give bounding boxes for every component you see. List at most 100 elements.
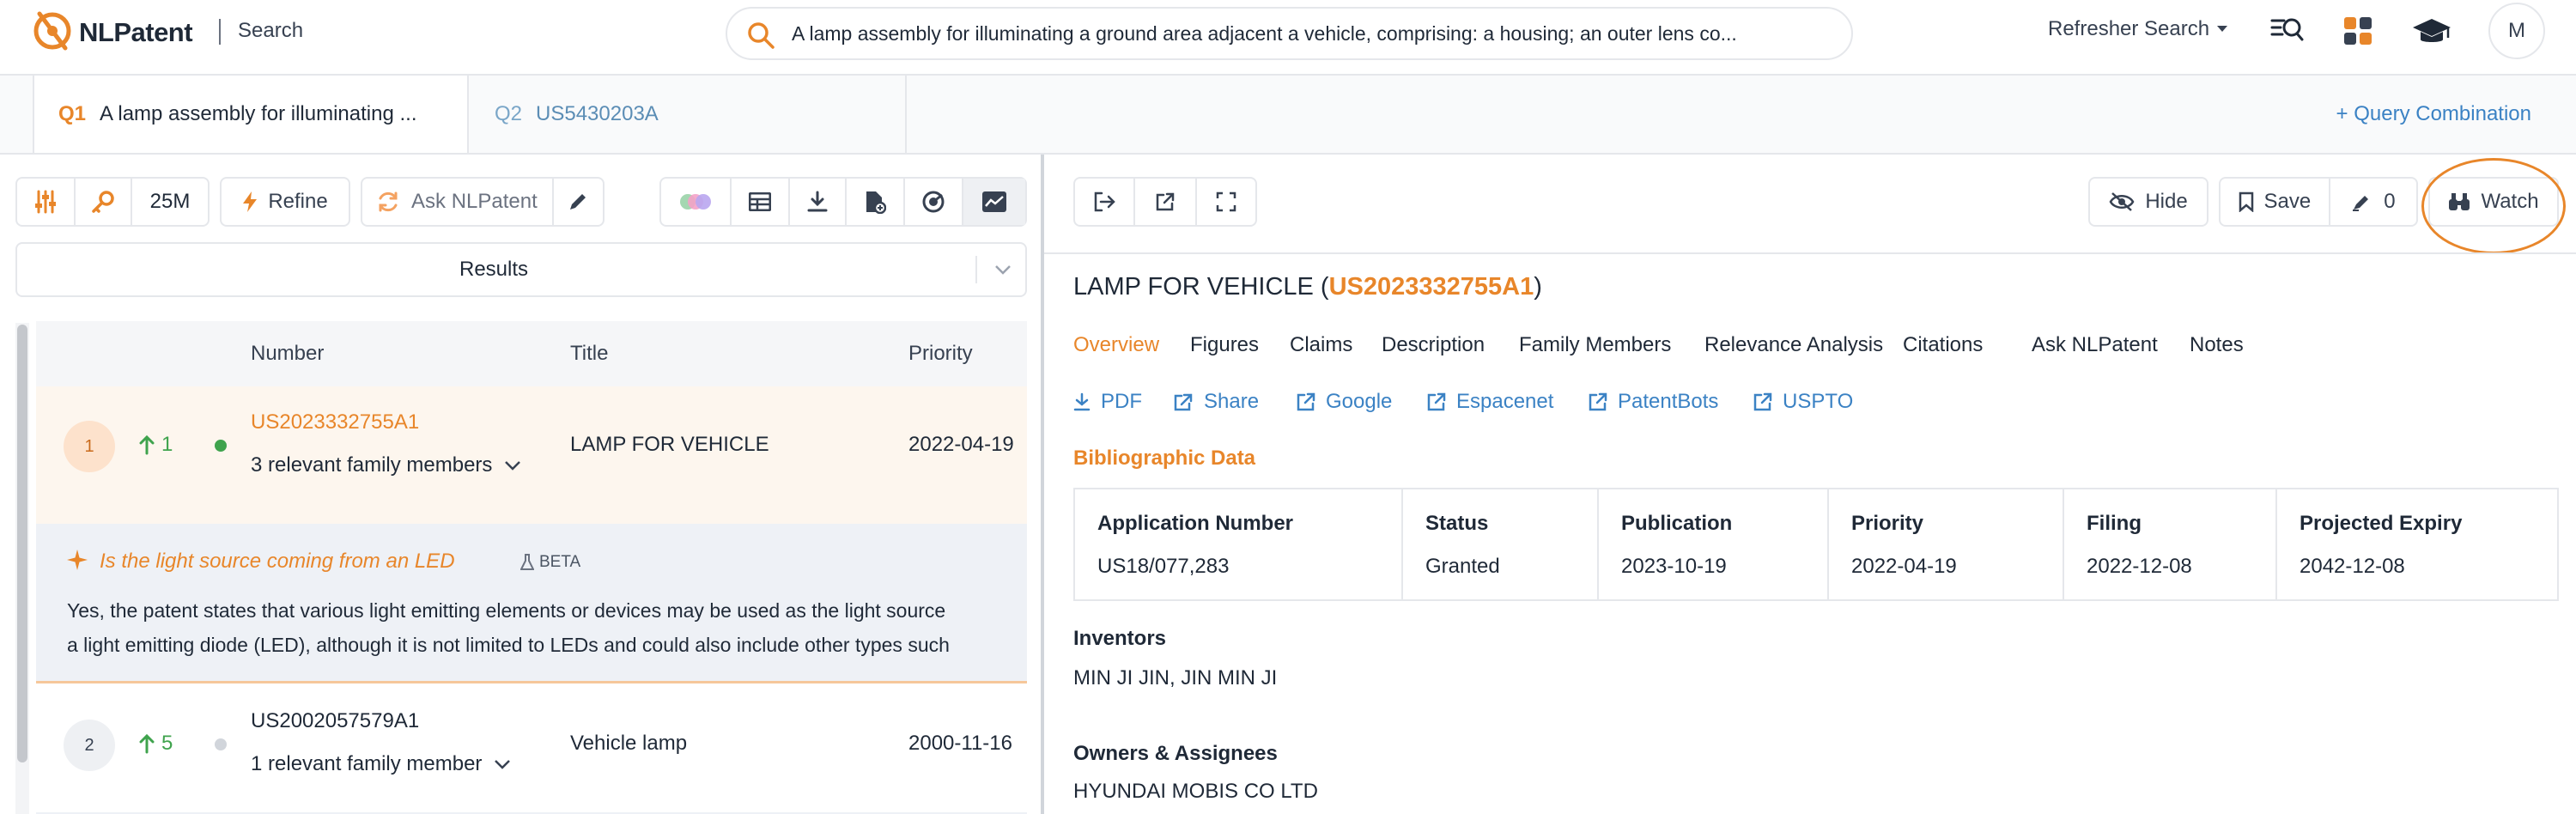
table-header: Number Title Priority (36, 321, 1027, 386)
patentbots-link[interactable]: PatentBots (1589, 390, 1718, 414)
ask-nlpatent-button[interactable]: Ask NLPatent (362, 179, 554, 225)
file-plus-icon (866, 191, 886, 214)
bib-label: Projected Expiry (2300, 512, 2463, 535)
fullscreen-button[interactable] (1197, 179, 1255, 225)
patent-title: LAMP FOR VEHICLE (570, 433, 769, 456)
alerts-button[interactable] (905, 179, 963, 225)
search-bar[interactable]: A lamp assembly for illuminating a groun… (726, 7, 1853, 60)
trends-button[interactable] (963, 179, 1025, 225)
patent-title-close: ) (1534, 273, 1542, 301)
query-combination-button[interactable]: + Query Combination (2336, 76, 2531, 153)
results-pane: 25M Refine Ask NLPatent Results Number T… (0, 155, 1041, 814)
nlpatent-logo-icon[interactable] (33, 9, 72, 53)
rank-movement: 5 (139, 732, 173, 756)
close-panel-button[interactable] (1075, 179, 1135, 225)
tab-relevance-analysis[interactable]: Relevance Analysis (1704, 333, 1883, 357)
family-members-toggle[interactable]: 1 relevant family member (251, 752, 511, 776)
family-members-toggle[interactable]: 3 relevant family members (251, 453, 521, 477)
rank-movement-value: 5 (161, 732, 173, 755)
column-header-priority[interactable]: Priority (908, 342, 973, 366)
save-button[interactable]: Save (2221, 179, 2330, 225)
edit-button[interactable] (554, 179, 603, 225)
query-number: Q1 (58, 102, 87, 125)
arrow-up-icon (139, 434, 155, 455)
bib-value: 2022-12-08 (2087, 555, 2192, 578)
bib-value: US18/077,283 (1097, 555, 1230, 578)
apps-grid-icon[interactable] (2343, 16, 2372, 46)
patent-priority-date: 2022-04-19 (908, 433, 1014, 456)
circles-icon (680, 194, 711, 210)
inventors-value: MIN JI JIN, JIN MIN JI (1073, 666, 1278, 689)
tab-claims[interactable]: Claims (1290, 333, 1352, 357)
bib-priority: Priority 2022-04-19 (1829, 489, 2064, 599)
beta-label: BETA (539, 553, 581, 571)
chevron-down-icon (994, 264, 1012, 275)
tab-family-members[interactable]: Family Members (1519, 333, 1671, 357)
chevron-down-icon (495, 760, 511, 769)
column-header-title[interactable]: Title (570, 342, 608, 366)
pdf-link[interactable]: PDF (1073, 390, 1142, 414)
search-input[interactable]: A lamp assembly for illuminating a groun… (792, 9, 1831, 58)
table-view-button[interactable] (732, 179, 790, 225)
save-group: Save 0 (2219, 177, 2418, 227)
uspto-link[interactable]: USPTO (1753, 390, 1853, 414)
espacenet-link[interactable]: Espacenet (1427, 390, 1553, 414)
toolbar-group-ask: Ask NLPatent (361, 177, 605, 227)
query-tabs: Q1 A lamp assembly for illuminating ... Q… (0, 76, 2576, 155)
table-row[interactable]: 1 1 US2023332755A1 3 relevant family mem… (36, 386, 1027, 524)
graduation-cap-icon[interactable] (2411, 17, 2452, 46)
share-label: Share (1204, 390, 1260, 413)
radar-icon (922, 191, 945, 213)
share-link[interactable]: Share (1173, 390, 1259, 414)
patentbots-label: PatentBots (1618, 390, 1719, 413)
search-history-icon[interactable] (2270, 15, 2305, 46)
table-icon (749, 192, 771, 211)
refine-button[interactable]: Refine (220, 177, 350, 227)
brand-name[interactable]: NLPatent (79, 17, 193, 48)
ai-answer-line-1: Yes, the patent states that various ligh… (67, 599, 946, 622)
detail-toolbar-divider (1044, 252, 2576, 254)
ai-question: Is the light source coming from an LED (100, 550, 455, 573)
patent-priority-date: 2000-11-16 (908, 732, 1012, 755)
tab-ask-nlpatent[interactable]: Ask NLPatent (2032, 333, 2158, 357)
detail-nav-group (1073, 177, 1257, 227)
ask-nlpatent-label: Ask NLPatent (411, 190, 538, 213)
sparkle-icon (67, 550, 88, 570)
tab-overview[interactable]: Overview (1073, 333, 1159, 357)
tab-query-1[interactable]: Q1 A lamp assembly for illuminating ... (33, 76, 469, 153)
filters-button[interactable] (17, 179, 76, 225)
status-dot (215, 738, 227, 750)
line-chart-icon (982, 191, 1006, 212)
bib-label: Priority (1851, 512, 1924, 535)
patent-number-link[interactable]: US2023332755A1 (251, 410, 419, 434)
tab-query-2[interactable]: Q2 US5430203A (469, 76, 907, 153)
column-header-number[interactable]: Number (251, 342, 324, 366)
flask-icon (520, 554, 534, 570)
count-badge[interactable]: 25M (132, 179, 208, 225)
keywords-button[interactable] (76, 179, 132, 225)
annotations-button[interactable]: 0 (2330, 179, 2416, 225)
refresher-search-dropdown[interactable]: Refresher Search (2048, 17, 2228, 41)
refresh-icon (379, 191, 398, 212)
hide-button[interactable]: Hide (2088, 177, 2208, 227)
google-link[interactable]: Google (1297, 390, 1392, 414)
avatar[interactable]: M (2488, 3, 2545, 59)
expand-icon (1216, 191, 1236, 212)
tab-figures[interactable]: Figures (1190, 333, 1259, 357)
download-button[interactable] (790, 179, 847, 225)
pdf-label: PDF (1101, 390, 1142, 413)
open-new-tab-button[interactable] (1135, 179, 1197, 225)
tab-notes[interactable]: Notes (2190, 333, 2244, 357)
rank-movement: 1 (139, 433, 173, 457)
results-select[interactable]: Results (15, 242, 1027, 297)
add-to-folder-button[interactable] (847, 179, 905, 225)
patent-title-text: LAMP FOR VEHICLE ( (1073, 273, 1329, 301)
tab-citations[interactable]: Citations (1903, 333, 1983, 357)
tab-description[interactable]: Description (1382, 333, 1485, 357)
key-icon (92, 191, 114, 213)
patent-number-highlight[interactable]: US2023332755A1 (1329, 273, 1534, 301)
sliders-icon (35, 190, 56, 214)
table-row[interactable]: 2 5 US2002057579A1 1 relevant family mem… (36, 685, 1027, 812)
clusters-button[interactable] (661, 179, 732, 225)
patent-number-link[interactable]: US2002057579A1 (251, 709, 419, 733)
